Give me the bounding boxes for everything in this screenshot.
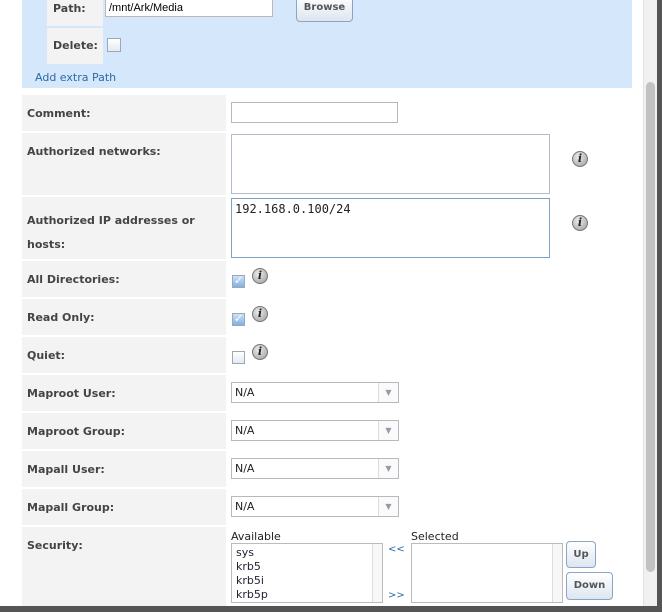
mapall-group-label: Mapall Group: xyxy=(22,489,226,525)
maproot-group-select[interactable]: N/A ▼ xyxy=(231,420,399,441)
scrollbar-thumb[interactable] xyxy=(646,82,655,572)
list-item[interactable]: krb5p xyxy=(232,588,382,602)
delete-label: Delete: xyxy=(47,28,103,64)
list-item[interactable]: krb5 xyxy=(232,560,382,574)
delete-checkbox[interactable] xyxy=(107,38,121,52)
info-icon[interactable]: i xyxy=(572,215,588,231)
scrollbar[interactable] xyxy=(372,544,382,602)
read-only-checkbox[interactable] xyxy=(232,312,245,326)
selected-list[interactable] xyxy=(411,543,563,603)
move-left-button[interactable]: << xyxy=(388,544,405,555)
quiet-checkbox[interactable] xyxy=(232,351,245,364)
mapall-user-select[interactable]: N/A ▼ xyxy=(231,458,399,479)
selected-value: N/A xyxy=(235,424,255,437)
window-border xyxy=(0,606,662,612)
selected-label: Selected xyxy=(411,530,459,543)
info-icon[interactable]: i xyxy=(572,151,588,167)
path-input[interactable] xyxy=(105,0,273,17)
info-icon[interactable]: i xyxy=(252,344,268,360)
available-label: Available xyxy=(231,530,281,543)
selected-value: N/A xyxy=(235,386,255,399)
up-button[interactable]: Up xyxy=(566,541,596,568)
comment-label: Comment: xyxy=(22,95,226,131)
window-border xyxy=(657,0,662,612)
read-only-label: Read Only: xyxy=(22,299,226,335)
list-item[interactable]: sys xyxy=(232,546,382,560)
chevron-down-icon: ▼ xyxy=(378,383,398,402)
authorized-ip-textarea[interactable]: 192.168.0.100/24 xyxy=(231,198,550,258)
mapall-user-label: Mapall User: xyxy=(22,451,226,487)
add-extra-path-link[interactable]: Add extra Path xyxy=(35,71,116,84)
authorized-networks-label: Authorized networks: xyxy=(22,133,226,195)
maproot-user-select[interactable]: N/A ▼ xyxy=(231,382,399,403)
list-item[interactable]: krb5i xyxy=(232,574,382,588)
browse-button[interactable]: Browse xyxy=(296,0,353,22)
security-label: Security: xyxy=(22,527,226,607)
chevron-down-icon: ▼ xyxy=(378,421,398,440)
path-label: Path: xyxy=(47,0,103,26)
authorized-networks-textarea[interactable] xyxy=(231,134,550,194)
mapall-group-select[interactable]: N/A ▼ xyxy=(231,496,399,517)
scrollbar-track[interactable] xyxy=(643,0,657,606)
info-icon[interactable]: i xyxy=(252,306,268,322)
maproot-user-label: Maproot User: xyxy=(22,375,226,411)
available-list[interactable]: sys krb5 krb5i krb5p xyxy=(231,543,383,603)
quiet-label: Quiet: xyxy=(22,337,226,373)
chevron-down-icon: ▼ xyxy=(378,459,398,478)
move-right-button[interactable]: >> xyxy=(388,590,405,601)
info-icon[interactable]: i xyxy=(252,268,268,284)
all-directories-label: All Directories: xyxy=(22,261,226,297)
down-button[interactable]: Down xyxy=(566,572,613,600)
authorized-ip-label: Authorized IP addresses or hosts: xyxy=(22,197,226,259)
selected-value: N/A xyxy=(235,462,255,475)
scrollbar[interactable] xyxy=(552,544,562,602)
all-directories-checkbox[interactable] xyxy=(232,274,245,288)
chevron-down-icon: ▼ xyxy=(378,497,398,516)
comment-input[interactable] xyxy=(231,102,398,123)
selected-value: N/A xyxy=(235,500,255,513)
maproot-group-label: Maproot Group: xyxy=(22,413,226,449)
